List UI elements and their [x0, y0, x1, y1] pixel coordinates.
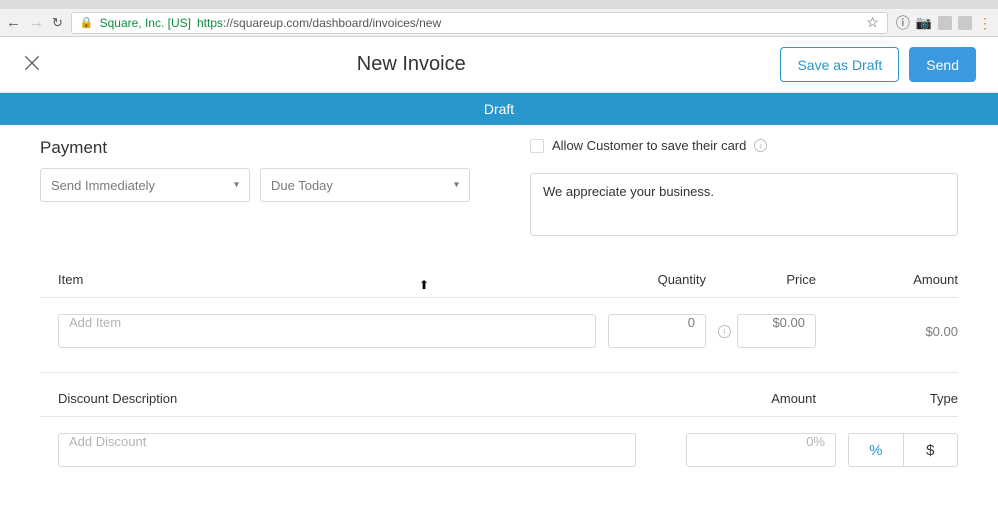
lock-icon: 🔒 — [80, 16, 94, 29]
discount-header-type: Type — [828, 391, 958, 406]
items-header-item: Item — [40, 272, 608, 287]
due-date-value: Due Today — [271, 178, 333, 193]
bookmark-icon[interactable]: ☆ — [866, 14, 879, 31]
allow-save-card-label: Allow Customer to save their card — [552, 138, 746, 153]
close-icon — [22, 53, 42, 73]
discount-row: Add Discount 0% % $ — [40, 433, 958, 467]
discount-amount-input[interactable]: 0% — [686, 433, 836, 467]
add-discount-input[interactable]: Add Discount — [58, 433, 636, 467]
browser-menu-icon[interactable]: ⋮ — [978, 16, 992, 30]
status-banner-text: Draft — [484, 101, 514, 117]
reload-button[interactable]: ↻ — [52, 15, 63, 31]
discount-type-currency[interactable]: $ — [904, 433, 959, 467]
add-item-placeholder-text: Add Item — [69, 315, 121, 330]
send-timing-select[interactable]: Send Immediately ▾ — [40, 168, 250, 202]
send-button[interactable]: Send — [909, 47, 976, 82]
price-value: $0.00 — [748, 315, 805, 330]
message-textarea[interactable]: We appreciate your business. — [530, 173, 958, 236]
status-banner: Draft — [0, 93, 998, 125]
forward-button[interactable]: → — [29, 14, 44, 31]
info-icon[interactable]: i — [718, 325, 731, 338]
add-discount-placeholder-text: Add Discount — [69, 434, 146, 449]
extension-camera-icon[interactable]: 📷 — [916, 15, 932, 31]
discount-type-percent[interactable]: % — [848, 433, 904, 467]
browser-toolbar: ← → ↻ 🔒 Square, Inc. [US] https://square… — [0, 9, 998, 37]
site-org: Square, Inc. [US] — [100, 16, 191, 30]
payment-section-title: Payment — [40, 138, 470, 158]
extension-info-icon[interactable]: ⓘ — [896, 13, 910, 33]
due-date-select[interactable]: Due Today ▾ — [260, 168, 470, 202]
save-as-draft-button[interactable]: Save as Draft — [780, 47, 899, 82]
url-text: https://squareup.com/dashboard/invoices/… — [197, 16, 441, 30]
quantity-value: 0 — [619, 315, 695, 330]
extension-icon-1[interactable] — [938, 16, 952, 30]
close-button[interactable] — [22, 53, 42, 76]
extension-icon-2[interactable] — [958, 16, 972, 30]
chevron-down-icon: ▾ — [454, 180, 459, 191]
browser-tabstrip — [0, 0, 998, 9]
discount-header-desc: Discount Description — [40, 391, 628, 406]
app-header: New Invoice Save as Draft Send — [0, 37, 998, 93]
allow-save-card-checkbox[interactable] — [530, 139, 544, 153]
back-button[interactable]: ← — [6, 14, 21, 31]
item-amount: $0.00 — [828, 324, 958, 339]
price-input[interactable]: $0.00 — [737, 314, 816, 348]
discount-amount-placeholder: 0% — [697, 434, 825, 449]
chevron-down-icon: ▾ — [234, 180, 239, 191]
items-header-quantity: Quantity — [608, 272, 718, 287]
add-item-input[interactable]: Add Item — [58, 314, 596, 348]
address-bar[interactable]: 🔒 Square, Inc. [US] https://squareup.com… — [71, 12, 888, 34]
message-value: We appreciate your business. — [543, 184, 714, 199]
page-title: New Invoice — [42, 53, 780, 76]
item-row: Add Item 0 i $0.00 $0.00 — [40, 314, 958, 373]
discount-type-toggle: % $ — [848, 433, 958, 467]
send-timing-value: Send Immediately — [51, 178, 155, 193]
items-header-price: Price — [718, 272, 828, 287]
discount-header-amount: Amount — [628, 391, 828, 406]
quantity-input[interactable]: 0 — [608, 314, 706, 348]
items-header-amount: Amount — [828, 272, 958, 287]
info-icon[interactable]: i — [754, 139, 767, 152]
